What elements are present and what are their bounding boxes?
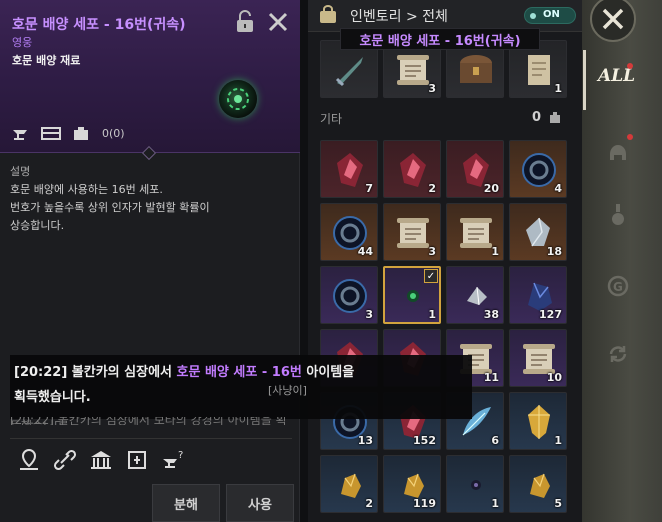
map-pin-icon[interactable] [16,448,42,472]
active-tab-marker [583,50,586,110]
anvil-icon [10,124,32,142]
item-count: 1 [554,434,562,447]
weight-icon [70,124,92,142]
inventory-slot[interactable]: 1 [446,455,504,513]
inventory-slot[interactable]: 3 [383,203,441,261]
inventory-slot[interactable]: 2 [383,140,441,198]
item-count: 127 [539,308,562,321]
anvil-help-icon[interactable]: ? [160,448,186,472]
section-count: 0 [532,110,542,125]
inventory-slot[interactable]: 10 [509,329,567,387]
trade-icon [40,124,62,142]
chest-icon [460,55,492,83]
chat-text: [20:22] 볼칸카의 심장에서 [14,365,177,380]
inventory-slot[interactable]: 4 [509,140,567,198]
item-count: 6 [491,434,499,447]
item-count: 1 [491,245,499,258]
inventory-slot[interactable]: 3 [320,266,378,324]
use-button[interactable]: 사용 [226,484,294,522]
svg-text:?: ? [178,450,183,461]
inventory-slot[interactable]: 127 [509,266,567,324]
chat-log: [20:22] 볼칸카의 심장에서 호문 배양 세포 - 16번 아이템을 획득… [10,355,472,419]
inventory-title: 인벤토리 > 전체 [350,9,448,25]
description-line: 번호가 높을수록 상위 인자가 발현할 확률이 [10,201,210,214]
item-name: 호문 배양 세포 - 16번(귀속) [12,17,186,33]
inventory-slot[interactable]: 119 [383,455,441,513]
section-label: 기타 [320,112,343,126]
item-count: 119 [413,497,436,510]
chat-item-link[interactable]: 호문 배양 세포 - 16번 [177,365,302,380]
bag-icon [318,5,338,25]
notification-dot [627,63,633,69]
svg-text:G: G [613,280,623,294]
close-icon[interactable] [266,10,290,34]
description-title: 설명 [10,165,31,178]
item-count: 44 [357,245,373,258]
item-count: 3 [365,308,373,321]
inventory-slot[interactable]: 18 [509,203,567,261]
item-detail-panel: 호문 배양 세포 - 16번(귀속) 영웅 호문 배양 재료 0(0) 설명 호… [0,0,300,522]
toggle-dot [530,13,536,19]
description-line: 호문 배양에 사용하는 16번 세포. [10,183,163,196]
inventory-slot[interactable]: 1 ✓ [383,266,441,324]
inventory-slot[interactable]: 1 [446,203,504,261]
check-icon: ✓ [424,269,438,283]
item-count: 13 [357,434,373,447]
item-grade: 영웅 [12,36,33,49]
bank-icon[interactable] [88,448,114,472]
item-count: 3 [428,245,436,258]
inventory-slot[interactable]: 38 [446,266,504,324]
selected-item-banner: 호문 배양 세포 - 16번(귀속) [340,28,540,50]
item-count: 20 [483,182,499,195]
item-count: 10 [546,371,562,384]
g-coin-icon[interactable]: G [606,272,630,300]
sword-icon [335,57,363,87]
player-nameplate: [사냥이] [268,384,307,397]
link-icon[interactable] [52,448,78,472]
item-count: 4 [554,182,562,195]
chat-message: [20:22] 볼칸카의 심장에서 호문 배양 세포 - 16번 아이템을 [14,361,354,380]
inventory-slot[interactable]: 1 [509,392,567,450]
inventory-slot[interactable]: 5 [509,455,567,513]
chat-text: 아이템을 [301,365,355,380]
item-count: 2 [365,497,373,510]
dismantle-button[interactable]: 분해 [152,484,220,522]
toggle-label: ON [543,9,560,20]
helmet-icon[interactable] [606,138,630,166]
item-image [219,80,257,118]
item-count: 5 [554,497,562,510]
notification-dot [627,134,633,140]
item-count: 18 [546,245,562,258]
weight-icon [548,109,562,123]
inventory-slot[interactable]: 44 [320,203,378,261]
item-count: 11 [483,371,499,384]
chat-message-partial: [20:22] 볼칸카의 심장에서 보타의 강경의 아이템을 획득했습니다. [10,417,287,425]
item-count: 152 [413,434,436,447]
potion-icon[interactable] [606,200,630,228]
item-count: 2 [428,182,436,195]
footer-divider [10,438,292,439]
item-info-icons: 0(0) [10,124,125,142]
item-count: 1 [491,497,499,510]
inventory-slot[interactable]: 2 [320,455,378,513]
description-line: 상승합니다. [10,219,65,232]
item-weight: 0(0) [102,126,125,140]
item-count: 38 [483,308,499,321]
item-count: 3 [428,82,436,95]
tab-all[interactable]: ALL [598,66,635,86]
inventory-slot[interactable]: 20 [446,140,504,198]
item-count: 7 [365,182,373,195]
item-description: 호문 배양에 사용하는 16번 세포. 번호가 높을수록 상위 인자가 발현할 … [10,181,290,235]
chat-message: 획득했습니다. [14,390,91,405]
lock-box-icon[interactable] [124,448,150,472]
item-category: 호문 배양 재료 [12,54,81,67]
unlock-icon[interactable] [234,10,256,34]
item-detail-header: 호문 배양 세포 - 16번(귀속) 영웅 호문 배양 재료 0(0) [0,0,300,153]
inventory-toggle[interactable]: ON [524,7,576,24]
inventory-slot[interactable]: 7 [320,140,378,198]
item-count: 1 [554,82,562,95]
item-action-icons: ? [16,448,186,472]
refresh-icon[interactable] [606,340,630,368]
item-count: 1 [428,308,436,321]
